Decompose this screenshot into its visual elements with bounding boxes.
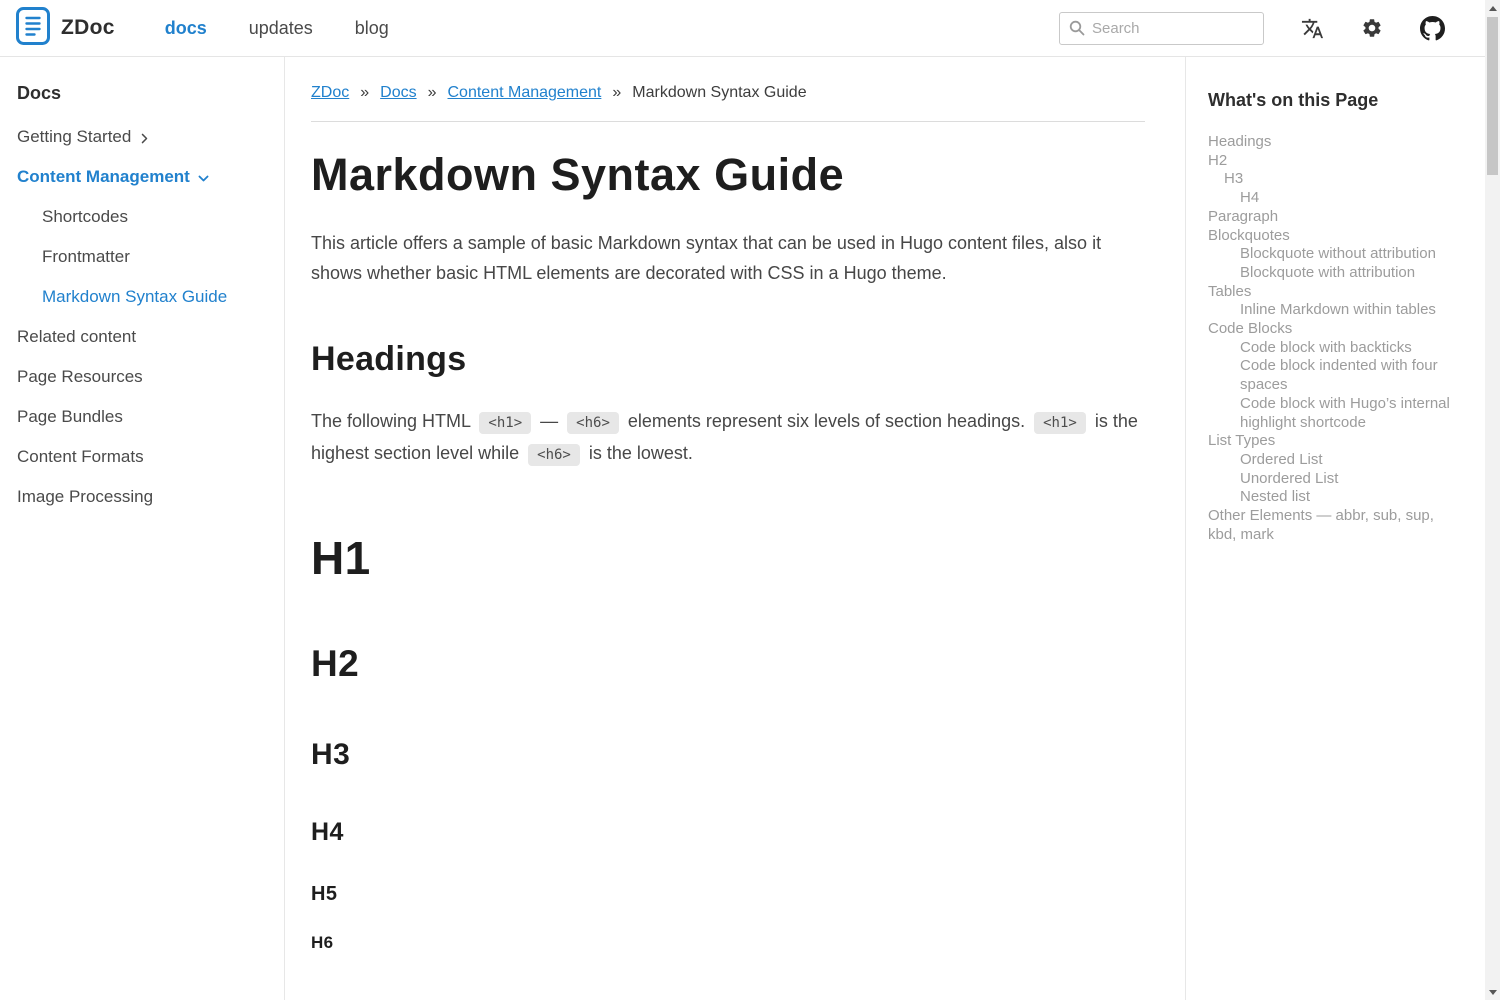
search-input[interactable]: [1092, 20, 1254, 37]
toc-item-inline-markdown-within-tables[interactable]: Inline Markdown within tables: [1208, 301, 1459, 320]
toc-item-blockquotes[interactable]: Blockquotes: [1208, 227, 1459, 246]
sidebar-item-label: Content Management: [17, 167, 190, 187]
article-intro: This article offers a sample of basic Ma…: [311, 228, 1145, 288]
sidebar-item-markdown-syntax-guide[interactable]: Markdown Syntax Guide: [42, 277, 270, 317]
section-heading-headings: Headings: [311, 340, 1145, 379]
sidebar-item-label: Page Resources: [17, 367, 143, 387]
toc-item-code-block-highlight-shortcode[interactable]: Code block with Hugo’s internal highligh…: [1208, 395, 1459, 432]
breadcrumb: ZDoc » Docs » Content Management » Markd…: [311, 84, 1145, 102]
toc-item-code-blocks[interactable]: Code Blocks: [1208, 320, 1459, 339]
sidebar-item-label: Related content: [17, 327, 136, 347]
sidebar-item-label: Shortcodes: [42, 207, 128, 227]
breadcrumb-link-zdoc[interactable]: ZDoc: [311, 84, 349, 102]
chevron-down-icon: [197, 172, 210, 185]
toc-item-list-types[interactable]: List Types: [1208, 432, 1459, 451]
docs-sidebar: Docs Getting Started Content Management: [0, 57, 285, 1000]
down-triangle-icon: [1489, 990, 1497, 995]
breadcrumb-separator: »: [428, 84, 437, 102]
toc-item-h3[interactable]: H3: [1208, 170, 1459, 189]
nav-link-updates[interactable]: updates: [249, 18, 313, 39]
github-icon[interactable]: [1420, 16, 1445, 41]
sidebar-item-image-processing[interactable]: Image Processing: [17, 477, 270, 517]
sidebar-item-label: Markdown Syntax Guide: [42, 287, 227, 307]
toc-item-other-elements[interactable]: Other Elements — abbr, sub, sup, kbd, ma…: [1208, 507, 1459, 544]
breadcrumb-link-docs[interactable]: Docs: [380, 84, 416, 102]
sidebar-title: Docs: [17, 83, 270, 104]
sidebar-item-page-resources[interactable]: Page Resources: [17, 357, 270, 397]
paragraph-text: —: [540, 411, 558, 431]
toc-list: Headings H2 H3 H4 Paragraph Blockquotes …: [1208, 133, 1459, 544]
breadcrumb-current-page: Markdown Syntax Guide: [632, 84, 806, 102]
paragraph-text: is the lowest.: [589, 443, 693, 463]
vertical-scrollbar[interactable]: [1485, 0, 1500, 1000]
toc-item-h4[interactable]: H4: [1208, 189, 1459, 208]
zdoc-logo-icon: [16, 7, 50, 50]
sample-heading-h2: H2: [311, 643, 1145, 686]
sidebar-item-shortcodes[interactable]: Shortcodes: [42, 197, 270, 237]
toc-item-h2[interactable]: H2: [1208, 152, 1459, 171]
sample-heading-h5: H5: [311, 883, 1145, 906]
sidebar-item-getting-started[interactable]: Getting Started: [17, 117, 270, 157]
sidebar-item-page-bundles[interactable]: Page Bundles: [17, 397, 270, 437]
breadcrumb-separator: »: [612, 84, 621, 102]
sidebar-item-related-content[interactable]: Related content: [17, 317, 270, 357]
scrollbar-up-arrow[interactable]: [1485, 0, 1500, 16]
top-navbar: ZDoc docs updates blog: [0, 0, 1485, 57]
sidebar-item-label: Image Processing: [17, 487, 153, 507]
sidebar-item-label: Content Formats: [17, 447, 144, 467]
nav-link-blog[interactable]: blog: [355, 18, 389, 39]
sidebar-item-content-formats[interactable]: Content Formats: [17, 437, 270, 477]
app: ZDoc docs updates blog: [0, 0, 1485, 1000]
headings-paragraph: The following HTML <h1> — <h6> elements …: [311, 406, 1145, 470]
sidebar-item-content-management[interactable]: Content Management: [17, 157, 270, 197]
inline-code-h1: <h1>: [479, 412, 531, 434]
scrollbar-down-arrow[interactable]: [1485, 984, 1500, 1000]
toc-item-code-block-with-backticks[interactable]: Code block with backticks: [1208, 339, 1459, 358]
settings-gear-icon[interactable]: [1361, 17, 1383, 39]
brand-home-link[interactable]: ZDoc: [16, 7, 115, 50]
sidebar-item-frontmatter[interactable]: Frontmatter: [42, 237, 270, 277]
sample-heading-h6: H6: [311, 933, 1145, 953]
sidebar-nav: Getting Started Content Management Short…: [17, 117, 270, 517]
toc-item-code-block-indented[interactable]: Code block indented with four spaces: [1208, 357, 1459, 394]
toc-item-unordered-list[interactable]: Unordered List: [1208, 470, 1459, 489]
toc-item-headings[interactable]: Headings: [1208, 133, 1459, 152]
translate-icon[interactable]: [1301, 17, 1324, 40]
up-triangle-icon: [1489, 6, 1497, 11]
inline-code-h6: <h6>: [567, 412, 619, 434]
paragraph-text: The following HTML: [311, 411, 470, 431]
inline-code-h1: <h1>: [1034, 412, 1086, 434]
toc-item-tables[interactable]: Tables: [1208, 283, 1459, 302]
primary-nav: docs updates blog: [165, 18, 389, 39]
breadcrumb-separator: »: [360, 84, 369, 102]
sidebar-content-management-children: Shortcodes Frontmatter Markdown Syntax G…: [17, 197, 270, 317]
chevron-right-icon: [138, 132, 151, 145]
nav-link-docs[interactable]: docs: [165, 18, 207, 39]
search-icon: [1069, 20, 1085, 36]
sample-heading-h4: H4: [311, 818, 1145, 847]
brand-name: ZDoc: [61, 16, 115, 40]
main-content: ZDoc » Docs » Content Management » Markd…: [285, 57, 1185, 1000]
breadcrumb-divider: [311, 121, 1145, 122]
sidebar-item-label: Page Bundles: [17, 407, 123, 427]
sample-heading-h3: H3: [311, 738, 1145, 773]
sample-heading-h1: H1: [311, 532, 1145, 585]
paragraph-text: elements represent six levels of section…: [628, 411, 1025, 431]
toc-item-blockquote-with-attribution[interactable]: Blockquote with attribution: [1208, 264, 1459, 283]
toc-item-paragraph[interactable]: Paragraph: [1208, 208, 1459, 227]
scrollbar-thumb[interactable]: [1487, 17, 1498, 175]
sidebar-item-label: Frontmatter: [42, 247, 130, 267]
toc-title: What's on this Page: [1208, 90, 1459, 111]
search-box[interactable]: [1059, 12, 1264, 45]
inline-code-h6: <h6>: [528, 444, 580, 466]
table-of-contents: What's on this Page Headings H2 H3 H4 Pa…: [1185, 57, 1485, 1000]
toc-item-nested-list[interactable]: Nested list: [1208, 488, 1459, 507]
toc-item-blockquote-without-attribution[interactable]: Blockquote without attribution: [1208, 245, 1459, 264]
page-title: Markdown Syntax Guide: [311, 149, 1145, 201]
sidebar-item-label: Getting Started: [17, 127, 131, 147]
toc-item-ordered-list[interactable]: Ordered List: [1208, 451, 1459, 470]
page-layout: Docs Getting Started Content Management: [0, 57, 1485, 1000]
breadcrumb-link-content-management[interactable]: Content Management: [448, 84, 602, 102]
